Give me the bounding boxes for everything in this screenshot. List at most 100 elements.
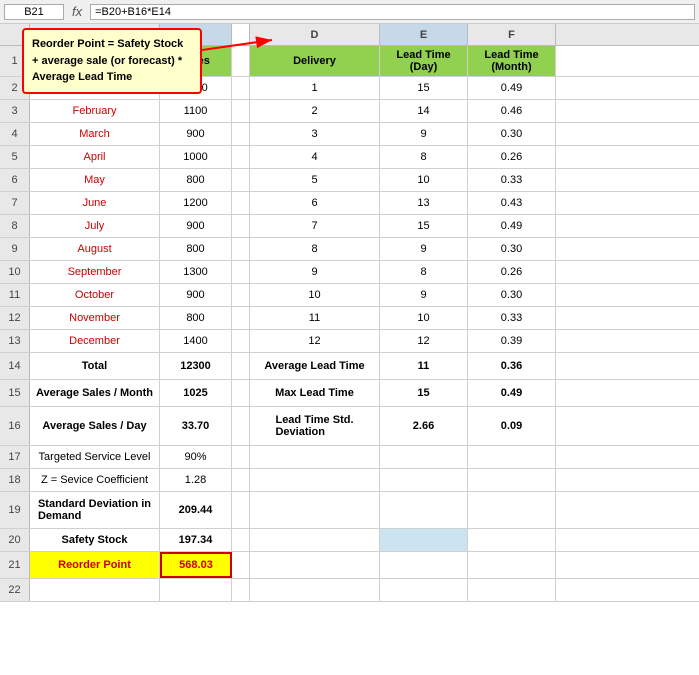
cell-b-3[interactable]: February (30, 100, 160, 122)
cell-e-15[interactable]: 15 (380, 380, 468, 406)
cell-f-18[interactable] (468, 469, 556, 491)
cell-c-8[interactable]: 900 (160, 215, 232, 237)
cell-f-17[interactable] (468, 446, 556, 468)
cell-e-22[interactable] (380, 579, 468, 601)
cell-f-4[interactable]: 0.30 (468, 123, 556, 145)
cell-e-12[interactable]: 10 (380, 307, 468, 329)
cell-e-10[interactable]: 8 (380, 261, 468, 283)
cell-e-2[interactable]: 15 (380, 77, 468, 99)
cell-b-8[interactable]: July (30, 215, 160, 237)
cell-b-17[interactable]: Targeted Service Level (30, 446, 160, 468)
cell-e-16[interactable]: 2.66 (380, 407, 468, 445)
cell-d-16[interactable]: Lead Time Std. Deviation (250, 407, 380, 445)
cell-e-5[interactable]: 8 (380, 146, 468, 168)
cell-d-8[interactable]: 7 (250, 215, 380, 237)
cell-c-6[interactable]: 800 (160, 169, 232, 191)
cell-f-22[interactable] (468, 579, 556, 601)
cell-d-3[interactable]: 2 (250, 100, 380, 122)
cell-c-3[interactable]: 1100 (160, 100, 232, 122)
col-header-F[interactable]: F (468, 24, 556, 45)
cell-b-9[interactable]: August (30, 238, 160, 260)
cell-d-21[interactable] (250, 552, 380, 578)
cell-e-19[interactable] (380, 492, 468, 528)
cell-f-8[interactable]: 0.49 (468, 215, 556, 237)
cell-e-3[interactable]: 14 (380, 100, 468, 122)
cell-c-4[interactable]: 900 (160, 123, 232, 145)
cell-f-13[interactable]: 0.39 (468, 330, 556, 352)
cell-d-13[interactable]: 12 (250, 330, 380, 352)
cell-c-22[interactable] (160, 579, 232, 601)
cell-e-1[interactable]: Lead Time (Day) (380, 46, 468, 76)
cell-b-11[interactable]: October (30, 284, 160, 306)
cell-b-7[interactable]: June (30, 192, 160, 214)
cell-c-18[interactable]: 1.28 (160, 469, 232, 491)
cell-b-6[interactable]: May (30, 169, 160, 191)
cell-d-22[interactable] (250, 579, 380, 601)
formula-input[interactable]: =B20+B16*E14 (90, 4, 695, 20)
cell-d-2[interactable]: 1 (250, 77, 380, 99)
cell-c-13[interactable]: 1400 (160, 330, 232, 352)
cell-d-6[interactable]: 5 (250, 169, 380, 191)
cell-d-7[interactable]: 6 (250, 192, 380, 214)
cell-f-6[interactable]: 0.33 (468, 169, 556, 191)
cell-b-15[interactable]: Average Sales / Month (30, 380, 160, 406)
cell-d-12[interactable]: 11 (250, 307, 380, 329)
cell-f-14[interactable]: 0.36 (468, 353, 556, 379)
cell-d-5[interactable]: 4 (250, 146, 380, 168)
cell-d-11[interactable]: 10 (250, 284, 380, 306)
cell-e-20[interactable] (380, 529, 468, 551)
cell-b-13[interactable]: December (30, 330, 160, 352)
cell-f-1[interactable]: Lead Time (Month) (468, 46, 556, 76)
cell-e-21[interactable] (380, 552, 468, 578)
cell-reference[interactable]: B21 (4, 4, 64, 20)
cell-c-14[interactable]: 12300 (160, 353, 232, 379)
cell-c-7[interactable]: 1200 (160, 192, 232, 214)
cell-d-18[interactable] (250, 469, 380, 491)
cell-c-20[interactable]: 197.34 (160, 529, 232, 551)
cell-c-16[interactable]: 33.70 (160, 407, 232, 445)
cell-e-13[interactable]: 12 (380, 330, 468, 352)
cell-f-12[interactable]: 0.33 (468, 307, 556, 329)
cell-f-19[interactable] (468, 492, 556, 528)
cell-d-4[interactable]: 3 (250, 123, 380, 145)
cell-f-20[interactable] (468, 529, 556, 551)
cell-d-20[interactable] (250, 529, 380, 551)
cell-b-4[interactable]: March (30, 123, 160, 145)
cell-b-19[interactable]: Standard Deviation in Demand (30, 492, 160, 528)
cell-b-20[interactable]: Safety Stock (30, 529, 160, 551)
cell-c-10[interactable]: 1300 (160, 261, 232, 283)
cell-d-15[interactable]: Max Lead Time (250, 380, 380, 406)
cell-b-21[interactable]: Reorder Point (30, 552, 160, 578)
cell-e-11[interactable]: 9 (380, 284, 468, 306)
cell-c-9[interactable]: 800 (160, 238, 232, 260)
cell-d-17[interactable] (250, 446, 380, 468)
cell-c-19[interactable]: 209.44 (160, 492, 232, 528)
cell-f-3[interactable]: 0.46 (468, 100, 556, 122)
cell-f-9[interactable]: 0.30 (468, 238, 556, 260)
cell-e-7[interactable]: 13 (380, 192, 468, 214)
cell-b-22[interactable] (30, 579, 160, 601)
cell-c-15[interactable]: 1025 (160, 380, 232, 406)
cell-c-11[interactable]: 900 (160, 284, 232, 306)
cell-b-12[interactable]: November (30, 307, 160, 329)
cell-b-14[interactable]: Total (30, 353, 160, 379)
cell-f-2[interactable]: 0.49 (468, 77, 556, 99)
cell-d-19[interactable] (250, 492, 380, 528)
cell-e-4[interactable]: 9 (380, 123, 468, 145)
cell-f-16[interactable]: 0.09 (468, 407, 556, 445)
cell-d-9[interactable]: 8 (250, 238, 380, 260)
cell-f-7[interactable]: 0.43 (468, 192, 556, 214)
cell-f-21[interactable] (468, 552, 556, 578)
cell-e-6[interactable]: 10 (380, 169, 468, 191)
cell-b-18[interactable]: Z = Sevice Coefficient (30, 469, 160, 491)
cell-d-10[interactable]: 9 (250, 261, 380, 283)
cell-f-10[interactable]: 0.26 (468, 261, 556, 283)
cell-f-5[interactable]: 0.26 (468, 146, 556, 168)
cell-e-14[interactable]: 11 (380, 353, 468, 379)
cell-e-8[interactable]: 15 (380, 215, 468, 237)
cell-f-11[interactable]: 0.30 (468, 284, 556, 306)
cell-c-17[interactable]: 90% (160, 446, 232, 468)
cell-c-21[interactable]: 568.03 (160, 552, 232, 578)
col-header-E[interactable]: E (380, 24, 468, 45)
cell-d-14[interactable]: Average Lead Time (250, 353, 380, 379)
